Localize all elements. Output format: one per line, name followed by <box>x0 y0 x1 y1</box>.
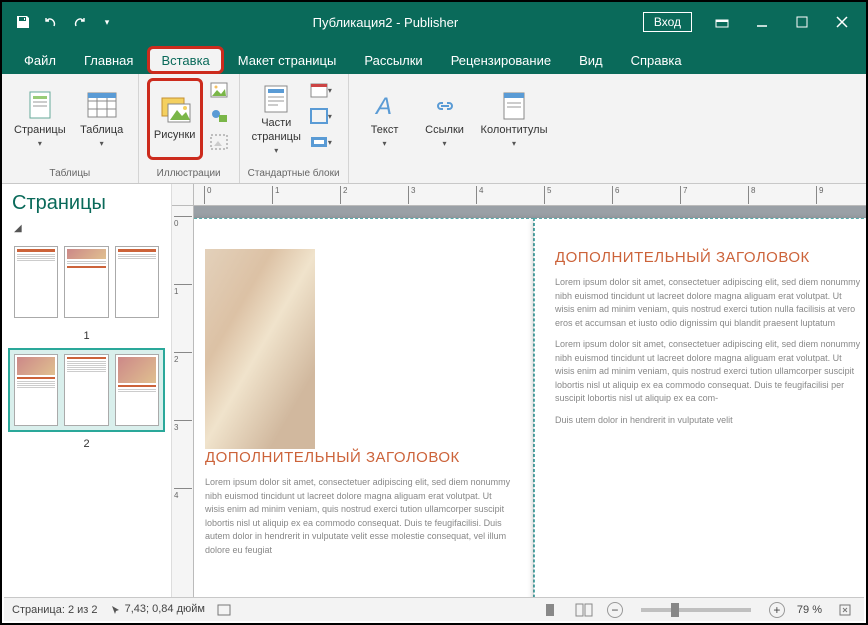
group-text: A Текст ▾ Ссылки ▾ Колонтитулы ▾ <box>349 74 560 183</box>
table-icon <box>86 90 118 122</box>
text-icon: A <box>369 90 401 122</box>
page-parts-label: Части страницы <box>252 117 301 143</box>
page-thumb-2[interactable] <box>8 348 165 432</box>
table-label: Таблица <box>80 124 123 137</box>
thumb-2-label: 2 <box>8 438 165 450</box>
page-parts-icon <box>260 83 292 115</box>
header-footer-button[interactable]: Колонтитулы ▾ <box>477 78 552 160</box>
pictures-icon <box>159 95 191 127</box>
close-button[interactable] <box>824 8 860 36</box>
calendars-button[interactable]: ▾ <box>309 78 333 102</box>
undo-button[interactable] <box>40 11 62 33</box>
text-button[interactable]: A Текст ▾ <box>357 78 413 160</box>
tab-layout[interactable]: Макет страницы <box>224 46 351 74</box>
page-icon <box>24 90 56 122</box>
pages-panel: Страницы ◢ 1 2 <box>2 184 172 597</box>
tab-insert[interactable]: Вставка <box>147 46 223 74</box>
shapes-button[interactable] <box>207 104 231 128</box>
group-illustrations-label: Иллюстрации <box>147 166 231 181</box>
zoom-slider[interactable] <box>641 608 751 612</box>
pages-button[interactable]: Страницы ▾ <box>10 78 70 160</box>
zoom-out-button[interactable]: − <box>607 602 623 618</box>
tab-file[interactable]: Файл <box>10 46 70 74</box>
heading-left: ДОПОЛНИТЕЛЬНЫЙ ЗАГОЛОВОК <box>205 449 513 466</box>
advertisements-button[interactable]: ▾ <box>309 130 333 154</box>
ribbon-display-button[interactable] <box>704 8 740 36</box>
zoom-in-button[interactable]: + <box>769 602 785 618</box>
zoom-level[interactable]: 79 % <box>797 604 822 616</box>
group-pages: Страницы ▾ Таблица ▾ Таблицы <box>2 74 139 183</box>
header-footer-icon <box>498 90 530 122</box>
group-illustrations: Рисунки Иллюстрации <box>139 74 240 183</box>
cursor-position: 7,43; 0,84 дюйм <box>110 603 205 615</box>
window-title: Публикация2 - Publisher <box>128 15 643 30</box>
pages-panel-title: Страницы <box>8 190 165 223</box>
object-size-icon <box>217 604 231 616</box>
thumb-1-label: 1 <box>8 330 165 342</box>
text-label: Текст <box>371 124 399 137</box>
content-image <box>205 249 315 449</box>
canvas-area: 0123456789 01234 ДОПОЛНИТЕЛЬНЫЙ ЗАГОЛОВО… <box>172 184 866 597</box>
pages-label: Страницы <box>14 124 66 137</box>
quick-access-toolbar: ▾ <box>2 11 128 33</box>
ruler-vertical[interactable]: 01234 <box>172 206 194 597</box>
heading-right-1: ДОПОЛНИТЕЛЬНЫЙ ЗАГОЛОВОК <box>555 249 863 266</box>
workspace: Страницы ◢ 1 2 0123456789 01234 ДОПОЛНИТ <box>2 184 866 597</box>
online-pictures-button[interactable] <box>207 78 231 102</box>
borders-button[interactable]: ▾ <box>309 104 333 128</box>
tab-help[interactable]: Справка <box>617 46 696 74</box>
group-blocks-label: Стандартные блоки <box>248 166 340 181</box>
body-text: Duis utem dolor in hendrerit in vulputat… <box>555 414 863 428</box>
view-spread-button[interactable] <box>573 601 595 619</box>
picture-placeholder-button[interactable] <box>207 130 231 154</box>
tab-review[interactable]: Рецензирование <box>437 46 565 74</box>
redo-button[interactable] <box>68 11 90 33</box>
body-text: Lorem ipsum dolor sit amet, consectetuer… <box>555 276 863 330</box>
links-icon <box>429 90 461 122</box>
view-single-button[interactable] <box>539 601 561 619</box>
ribbon-tabs: Файл Главная Вставка Макет страницы Расс… <box>2 42 866 74</box>
canvas[interactable]: ДОПОЛНИТЕЛЬНЫЙ ЗАГОЛОВОК Lorem ipsum dol… <box>194 206 866 597</box>
ruler-corner <box>172 184 194 206</box>
group-blocks: Части страницы ▾ ▾ ▾ ▾ Стандартные блоки <box>240 74 349 183</box>
pictures-button[interactable]: Рисунки <box>147 78 203 160</box>
ruler-horizontal[interactable]: 0123456789 <box>194 184 866 206</box>
group-tables-label: Таблицы <box>10 166 130 181</box>
page-parts-button[interactable]: Части страницы ▾ <box>248 78 305 160</box>
header-footer-label: Колонтитулы <box>481 124 548 137</box>
minimize-button[interactable] <box>744 8 780 36</box>
save-button[interactable] <box>12 11 34 33</box>
links-button[interactable]: Ссылки ▾ <box>417 78 473 160</box>
links-label: Ссылки <box>425 124 464 137</box>
svg-text:A: A <box>374 93 392 120</box>
table-button[interactable]: Таблица ▾ <box>74 78 130 160</box>
signin-button[interactable]: Вход <box>643 12 692 32</box>
body-text: Lorem ipsum dolor sit amet, consectetuer… <box>205 476 513 557</box>
window-controls: Вход <box>643 8 866 36</box>
tab-home[interactable]: Главная <box>70 46 147 74</box>
zoom-fit-button[interactable] <box>834 601 856 619</box>
ribbon: Страницы ▾ Таблица ▾ Таблицы Рисунки <box>2 74 866 184</box>
maximize-button[interactable] <box>784 8 820 36</box>
tab-mailings[interactable]: Рассылки <box>350 46 436 74</box>
page-right[interactable]: ДОПОЛНИТЕЛЬНЫЙ ЗАГОЛОВОК Lorem ipsum dol… <box>534 218 866 597</box>
body-text: Lorem ipsum dolor sit amet, consectetuer… <box>555 338 863 406</box>
tab-view[interactable]: Вид <box>565 46 617 74</box>
collapse-arrow-icon[interactable]: ◢ <box>8 223 165 234</box>
page-indicator[interactable]: Страница: 2 из 2 <box>12 604 98 616</box>
statusbar: Страница: 2 из 2 7,43; 0,84 дюйм − + 79 … <box>4 597 864 621</box>
pictures-label: Рисунки <box>154 129 196 142</box>
titlebar: ▾ Публикация2 - Publisher Вход <box>2 2 866 42</box>
qat-customize-button[interactable]: ▾ <box>96 11 118 33</box>
page-spread: ДОПОЛНИТЕЛЬНЫЙ ЗАГОЛОВОК Lorem ipsum dol… <box>194 218 866 597</box>
page-thumb-1[interactable] <box>8 240 165 324</box>
page-left[interactable]: ДОПОЛНИТЕЛЬНЫЙ ЗАГОЛОВОК Lorem ipsum dol… <box>194 218 534 597</box>
